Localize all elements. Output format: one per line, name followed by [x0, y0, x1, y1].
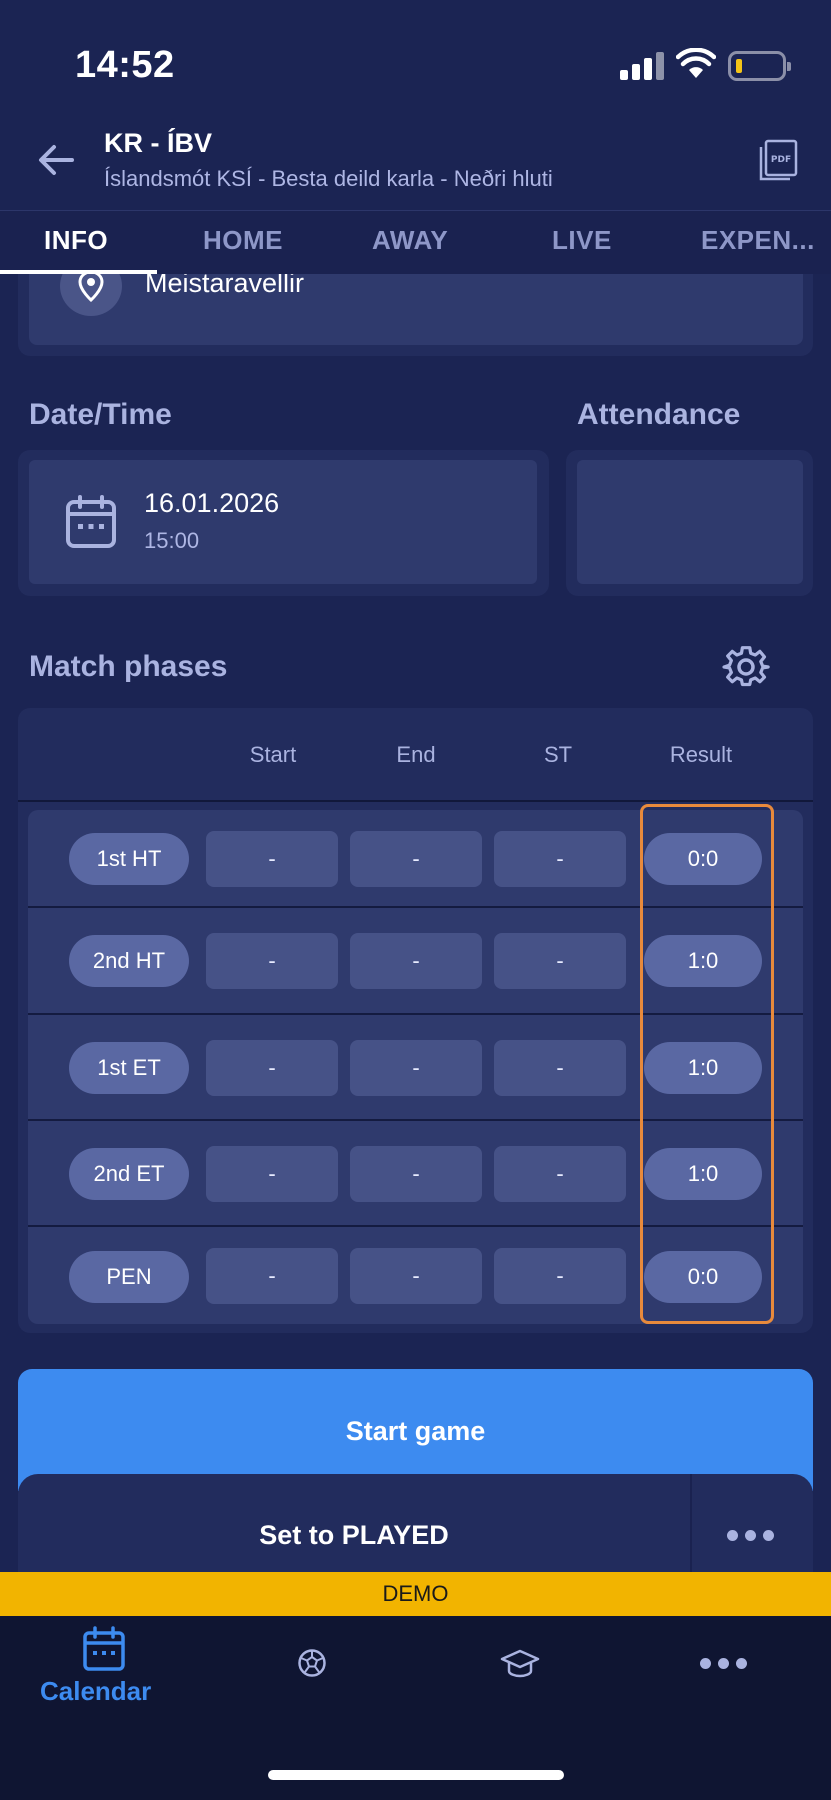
attendance-field[interactable]: [577, 460, 803, 584]
wifi-icon: [676, 48, 716, 78]
start-cell[interactable]: -: [206, 1248, 338, 1304]
svg-text:PDF: PDF: [771, 155, 791, 165]
cellular-signal-icon: [620, 50, 664, 80]
start-cell[interactable]: -: [206, 1146, 338, 1202]
more-actions-icon[interactable]: [727, 1530, 774, 1541]
start-cell[interactable]: -: [206, 831, 338, 887]
end-cell[interactable]: -: [350, 1248, 482, 1304]
pdf-icon[interactable]: PDF: [756, 138, 800, 182]
phase-label-pen[interactable]: PEN: [69, 1251, 189, 1303]
tab-live[interactable]: LIVE: [552, 225, 612, 256]
action-divider: [690, 1474, 692, 1574]
match-phases-heading: Match phases: [29, 650, 228, 683]
phase-label-2nd-et[interactable]: 2nd ET: [69, 1148, 189, 1200]
tab-bar: INFO HOME AWAY LIVE EXPEN...: [0, 210, 831, 274]
home-indicator: [268, 1770, 564, 1780]
phase-label-1st-et[interactable]: 1st ET: [69, 1042, 189, 1094]
gear-icon[interactable]: [722, 644, 770, 692]
tab-away[interactable]: AWAY: [372, 225, 448, 256]
back-arrow-icon[interactable]: [34, 138, 78, 182]
st-cell[interactable]: -: [494, 831, 626, 887]
match-time: 15:00: [144, 528, 200, 553]
nav-calendar-label[interactable]: Calendar: [40, 1676, 151, 1707]
battery-icon: [728, 51, 791, 81]
st-cell[interactable]: -: [494, 933, 626, 989]
page-title: KR - ÍBV: [104, 128, 212, 158]
start-cell[interactable]: -: [206, 1040, 338, 1096]
competition-subtitle: Íslandsmót KSÍ - Besta deild karla - Neð…: [104, 166, 553, 191]
tab-info[interactable]: INFO: [44, 225, 108, 256]
column-header-end: End: [396, 742, 436, 767]
attendance-heading: Attendance: [577, 398, 741, 431]
column-header-st: ST: [543, 742, 573, 767]
end-cell[interactable]: -: [350, 933, 482, 989]
end-cell[interactable]: -: [350, 1146, 482, 1202]
end-cell[interactable]: -: [350, 1040, 482, 1096]
start-game-label: Start game: [345, 1416, 486, 1446]
demo-banner: DEMO: [0, 1572, 831, 1616]
header-divider: [18, 800, 813, 802]
tab-home[interactable]: HOME: [203, 225, 283, 256]
result-column-highlight: [640, 804, 774, 1324]
soccer-ball-icon[interactable]: [297, 1648, 327, 1678]
datetime-heading: Date/Time: [29, 398, 172, 431]
more-menu-icon[interactable]: [700, 1658, 747, 1669]
calendar-nav-icon[interactable]: [82, 1626, 126, 1672]
phase-label-2nd-ht[interactable]: 2nd HT: [69, 935, 189, 987]
st-cell[interactable]: -: [494, 1146, 626, 1202]
set-played-button[interactable]: Set to PLAYED: [18, 1520, 690, 1551]
end-cell[interactable]: -: [350, 831, 482, 887]
graduation-cap-icon[interactable]: [500, 1648, 540, 1680]
calendar-icon: [66, 495, 116, 548]
match-date: 16.01.2026: [144, 488, 280, 518]
active-tab-indicator: [0, 270, 157, 274]
tab-expenses[interactable]: EXPEN...: [701, 225, 815, 256]
status-time: 14:52: [75, 44, 175, 86]
st-cell[interactable]: -: [494, 1040, 626, 1096]
st-cell[interactable]: -: [494, 1248, 626, 1304]
phase-label-1st-ht[interactable]: 1st HT: [69, 833, 189, 885]
column-header-result: Result: [669, 742, 733, 767]
column-header-start: Start: [249, 742, 297, 767]
start-cell[interactable]: -: [206, 933, 338, 989]
